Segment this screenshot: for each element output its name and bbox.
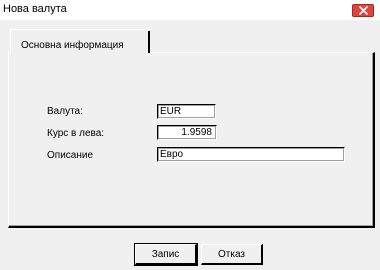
cancel-button[interactable]: Отказ — [201, 244, 263, 265]
tab-label: Основна информация — [21, 40, 124, 51]
window-title: Нова валута — [3, 3, 67, 15]
rate-input[interactable]: 1.9598 — [157, 125, 217, 140]
tab-strip: Основна информация — [10, 29, 370, 53]
title-bar[interactable]: Нова валута — [0, 0, 380, 20]
dialog-window: Нова валута Основна информация Валута: E… — [0, 0, 380, 270]
rate-label: Курс в лева: — [47, 128, 105, 139]
currency-label: Валута: — [47, 106, 83, 117]
close-button[interactable] — [352, 4, 374, 17]
description-label: Описание — [47, 150, 94, 161]
currency-input[interactable]: EUR — [157, 104, 216, 119]
save-button[interactable]: Запис — [134, 243, 198, 266]
description-input[interactable]: Евро — [157, 147, 345, 162]
close-icon — [358, 6, 368, 15]
tab-page-general — [8, 52, 375, 228]
tab-general-info[interactable]: Основна информация — [10, 29, 150, 53]
